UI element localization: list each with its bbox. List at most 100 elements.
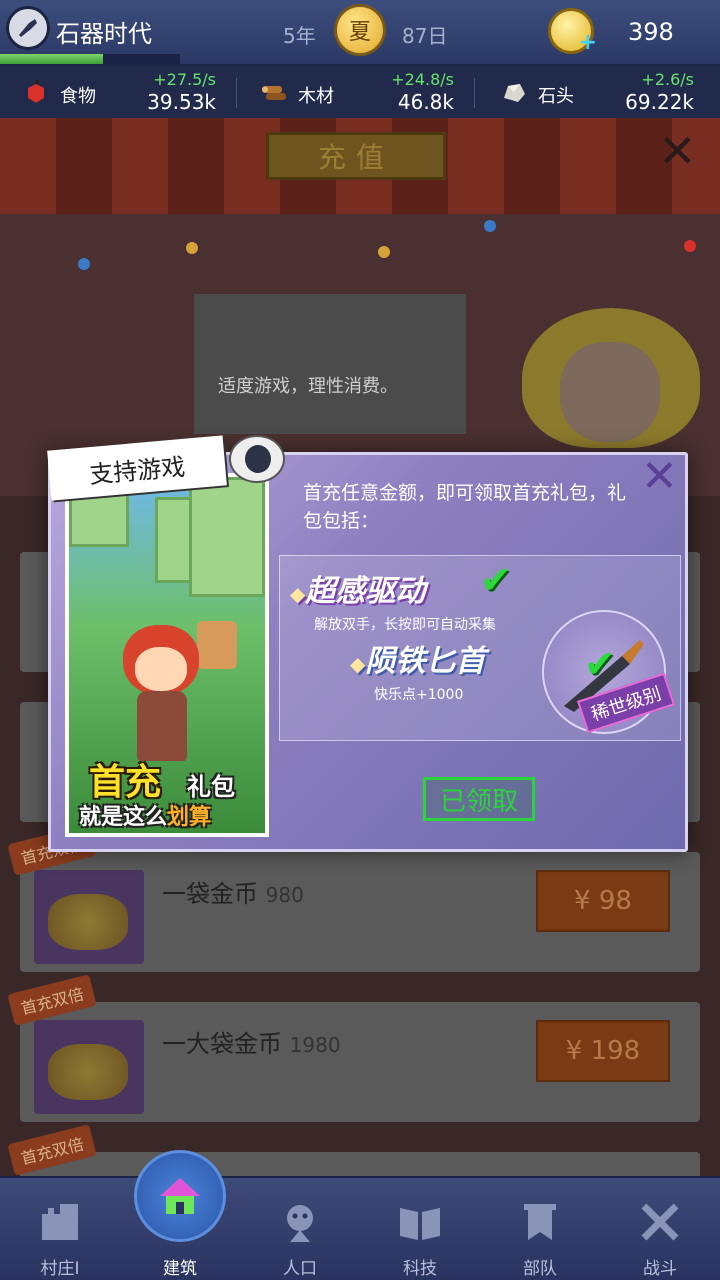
castle-icon bbox=[42, 1204, 78, 1240]
light-bulb bbox=[684, 240, 696, 252]
item-amount: 980 bbox=[265, 883, 304, 907]
divider bbox=[236, 78, 237, 108]
buy-button[interactable]: ¥ 98 bbox=[536, 870, 670, 932]
nav-label: 战斗 bbox=[643, 1259, 677, 1279]
paw-bag-image bbox=[197, 621, 237, 669]
popup-description: 首充任意金额，即可领取首充礼包，礼包包括： bbox=[303, 482, 627, 532]
light-bulb bbox=[78, 258, 90, 270]
girl-body bbox=[137, 691, 187, 761]
resource-food[interactable]: 食物 +27.5/s 39.53k bbox=[0, 66, 230, 118]
nav-label: 科技 bbox=[403, 1259, 437, 1279]
resource-rate: +2.6/s bbox=[641, 70, 694, 89]
sheep-icon bbox=[229, 435, 285, 483]
tree-block bbox=[189, 477, 265, 597]
item-title: 一袋金币 bbox=[162, 880, 258, 908]
item-name: 一大袋金币 1980 bbox=[162, 1024, 341, 1059]
wood-logs-icon bbox=[262, 86, 286, 100]
list-item[interactable]: 首充双倍 一大袋金币 1980 ¥ 198 bbox=[7, 974, 700, 1122]
buy-button[interactable]: ¥ 198 bbox=[536, 1020, 670, 1082]
nav-village[interactable]: 村庄I bbox=[0, 1178, 120, 1280]
diamond-icon: ◆ bbox=[350, 652, 366, 676]
claimed-button[interactable]: 已领取 bbox=[423, 777, 535, 821]
stone-icon bbox=[504, 84, 525, 102]
bottom-nav: 村庄I 建筑 人口 科技 部队 战斗 bbox=[0, 1150, 720, 1280]
add-gold-button[interactable]: + bbox=[548, 8, 597, 55]
resource-name: 石头 bbox=[538, 86, 574, 107]
book-icon bbox=[400, 1208, 440, 1240]
shop-close-icon[interactable]: ✕ bbox=[658, 128, 697, 174]
resource-amount: 39.53k bbox=[147, 90, 216, 114]
reward-desc: 解放双手，长按即可自动采集 bbox=[314, 617, 496, 633]
game-logo[interactable] bbox=[6, 6, 50, 50]
poster-slogan-a: 就是这么 bbox=[79, 805, 168, 830]
first-recharge-double-tag: 首充双倍 bbox=[7, 974, 97, 1026]
apple-icon bbox=[28, 79, 44, 103]
banner-icon bbox=[524, 1204, 556, 1240]
poster-subtitle: 礼包 bbox=[187, 773, 235, 801]
reward-box: ◆超感驱动 ✔ 解放双手，长按即可自动采集 ◆陨铁匕首 快乐点+1000 ✔ 稀… bbox=[279, 555, 681, 741]
light-bulb bbox=[378, 246, 390, 258]
item-name: 一袋金币 980 bbox=[162, 874, 304, 909]
checkmark-icon: ✔ bbox=[584, 642, 616, 686]
resource-stone[interactable]: 石头 +2.6/s 69.22k bbox=[478, 66, 708, 118]
shop-title: 充值 bbox=[266, 132, 446, 180]
character-face bbox=[560, 342, 660, 442]
resource-wood[interactable]: 木材 +24.8/s 46.8k bbox=[238, 66, 468, 118]
poster-art: 首充 礼包 就是这么划算 bbox=[69, 477, 265, 833]
resource-bar: 食物 +27.5/s 39.53k 木材 +24.8/s 46.8k 石头 +2… bbox=[0, 66, 720, 118]
divider bbox=[474, 78, 475, 108]
light-bulb bbox=[484, 220, 496, 232]
gold-bag-image bbox=[34, 1020, 144, 1114]
nav-label: 村庄I bbox=[40, 1259, 80, 1279]
poster-slogan: 就是这么划算 bbox=[79, 799, 211, 831]
date-year: 5年 bbox=[283, 24, 316, 48]
light-bulb bbox=[186, 242, 198, 254]
nav-label: 建筑 bbox=[163, 1259, 197, 1279]
reward-title: 超感驱动 bbox=[305, 574, 426, 609]
popup-close-icon[interactable]: ✕ bbox=[641, 455, 678, 499]
xp-bar-fill bbox=[0, 54, 103, 64]
resource-amount: 69.22k bbox=[625, 90, 694, 114]
reward-auto-collect: ◆超感驱动 bbox=[290, 566, 425, 610]
notice-board: 适度游戏，理性消费。 bbox=[194, 294, 466, 434]
first-recharge-poster: 首充 礼包 就是这么划算 支持游戏 bbox=[47, 435, 285, 837]
resource-rate: +24.8/s bbox=[391, 70, 454, 89]
nav-battle[interactable]: 战斗 bbox=[600, 1178, 720, 1280]
poster-slogan-b: 划算 bbox=[167, 805, 212, 830]
nav-troops[interactable]: 部队 bbox=[480, 1178, 600, 1280]
nav-building[interactable]: 建筑 bbox=[120, 1150, 240, 1280]
crossed-swords-icon bbox=[641, 1203, 679, 1241]
notice-text: 适度游戏，理性消费。 bbox=[218, 376, 398, 397]
nav-label: 人口 bbox=[283, 1259, 317, 1279]
list-item[interactable]: 首充双倍 一袋金币 980 ¥ 98 bbox=[7, 824, 700, 972]
xp-bar bbox=[0, 54, 180, 64]
person-icon bbox=[287, 1205, 313, 1242]
poster-title: 首充 bbox=[89, 762, 162, 803]
diamond-icon: ◆ bbox=[290, 582, 306, 606]
reward-dagger: ◆陨铁匕首 bbox=[350, 636, 485, 680]
nav-label: 部队 bbox=[523, 1259, 557, 1279]
game-title: 石器时代 bbox=[56, 20, 152, 48]
shopkeeper-character bbox=[522, 288, 700, 458]
nav-population[interactable]: 人口 bbox=[240, 1178, 360, 1280]
first-recharge-popup: ✕ 首充 礼包 就是这么划算 支持游戏 首充任意金额，即可领取首充礼包，礼包包括… bbox=[47, 435, 688, 852]
house-icon bbox=[160, 1178, 200, 1214]
nav-technology[interactable]: 科技 bbox=[360, 1178, 480, 1280]
item-title: 一大袋金币 bbox=[162, 1030, 282, 1058]
reward-desc: 快乐点+1000 bbox=[374, 687, 464, 703]
season-badge: 夏 bbox=[334, 4, 386, 56]
reward-title: 陨铁匕首 bbox=[365, 644, 486, 679]
item-amount: 1980 bbox=[289, 1033, 341, 1057]
resource-amount: 46.8k bbox=[397, 90, 454, 114]
date-day: 87日 bbox=[402, 24, 448, 48]
gold-count: 398 bbox=[628, 18, 674, 46]
checkmark-icon: ✔ bbox=[480, 558, 512, 602]
resource-name: 食物 bbox=[60, 86, 96, 107]
girl-face bbox=[135, 647, 187, 691]
plus-icon: + bbox=[578, 30, 597, 55]
resource-name: 木材 bbox=[298, 86, 334, 107]
top-bar: 石器时代 5年 夏 87日 + 398 bbox=[0, 0, 720, 66]
gold-bag-image bbox=[34, 870, 144, 964]
stone-tool-icon bbox=[19, 19, 37, 37]
first-recharge-double-tag: 首充双倍 bbox=[7, 1124, 97, 1176]
